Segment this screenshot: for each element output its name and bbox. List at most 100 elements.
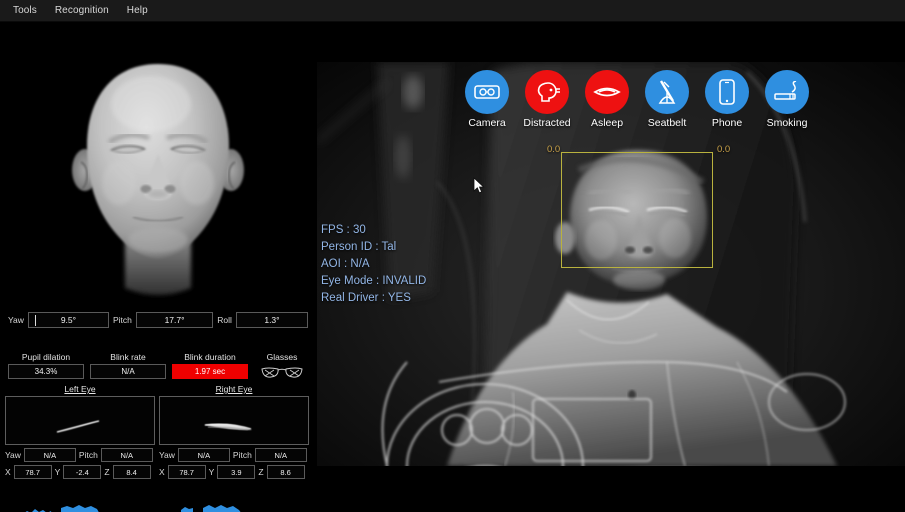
closed-eye-icon [593, 87, 621, 97]
menu-help[interactable]: Help [118, 2, 157, 19]
status-item-seatbelt[interactable]: Seatbelt [637, 70, 697, 140]
face-box-left-value: 0.0 [547, 144, 561, 155]
telemetry-real-driver: Real Driver : YES [321, 292, 411, 304]
left-eye-y-value[interactable]: -2.4 [63, 465, 102, 479]
status-label-distracted: Distracted [523, 117, 571, 129]
telemetry-eye-mode: Eye Mode : INVALID [321, 275, 427, 287]
blink-duration-value: 1.97 sec [172, 364, 248, 379]
pupil-dilation-label: Pupil dilation [21, 352, 71, 362]
telemetry-fps: FPS : 30 [321, 224, 366, 236]
glasses-label: Glasses [266, 352, 298, 362]
right-eye-image [159, 396, 309, 445]
telemetry-aoi: AOI : N/A [321, 258, 370, 270]
pupil-dilation-value: 34.3% [8, 364, 84, 379]
left-eye-panel: Left Eye Yaw N/A Pitch N/A X 78.7 Y -2.4… [5, 384, 155, 479]
smoking-status-circle[interactable] [765, 70, 809, 114]
head-turn-icon [537, 82, 560, 102]
glasses-metric: Glasses [254, 352, 310, 380]
yaw-value: 9.5° [60, 315, 77, 325]
seatbelt-status-circle[interactable] [645, 70, 689, 114]
status-item-phone[interactable]: Phone [697, 70, 757, 140]
status-item-asleep[interactable]: Asleep [577, 70, 637, 140]
menu-bar: Tools Recognition Help [0, 0, 905, 22]
left-eye-xyz-row: X 78.7 Y -2.4 Z 8.4 [5, 465, 155, 479]
right-eye-title: Right Eye [215, 384, 253, 394]
status-item-smoking[interactable]: Smoking [757, 70, 817, 140]
3d-head-mesh [72, 64, 244, 295]
camera-status-circle[interactable] [465, 70, 509, 114]
telemetry-overlay: FPS : 30 Person ID : Tal AOI : N/A Eye M… [321, 222, 426, 307]
roll-label: Roll [217, 315, 232, 325]
phone-icon [719, 79, 735, 105]
status-label-phone: Phone [711, 117, 743, 129]
status-label-seatbelt: Seatbelt [647, 117, 687, 129]
blink-duration-metric: Blink duration 1.97 sec [172, 352, 248, 379]
left-eye-yaw-value[interactable]: N/A [23, 448, 76, 462]
right-eye-x-label: X [159, 467, 165, 477]
right-eye-waveform [181, 505, 241, 512]
left-eye-y-label: Y [54, 467, 61, 477]
left-eye-z-value[interactable]: 8.4 [112, 465, 151, 479]
right-eye-pitch-value[interactable]: N/A [254, 448, 307, 462]
left-eye-x-label: X [5, 467, 11, 477]
left-eye-yaw-label: Yaw [5, 450, 21, 460]
status-item-distracted[interactable]: Distracted [517, 70, 577, 140]
face-bounding-box [561, 152, 713, 268]
asleep-status-circle[interactable] [585, 70, 629, 114]
pupil-dilation-metric: Pupil dilation 34.3% [8, 352, 84, 379]
right-eye-z-label: Z [258, 467, 264, 477]
pitch-label: Pitch [112, 315, 132, 325]
right-eye-xyz-row: X 78.7 Y 3.9 Z 8.6 [159, 465, 309, 479]
right-eye-pitch-label: Pitch [232, 450, 252, 460]
left-eye-title: Left Eye [64, 384, 96, 394]
right-eye-yaw-label: Yaw [159, 450, 175, 460]
blink-rate-metric: Blink rate N/A [90, 352, 166, 379]
seatbelt-icon [658, 80, 676, 104]
distracted-status-circle[interactable] [525, 70, 569, 114]
left-eye-pitch-value[interactable]: N/A [100, 448, 153, 462]
left-eye-x-value[interactable]: 78.7 [13, 465, 52, 479]
head-pose-row: Yaw 9.5° Pitch 17.7° Roll 1.3° [8, 310, 308, 330]
yaw-label: Yaw [8, 315, 24, 325]
driver-status-bar: Camera Distracted Asleep Seatbelt Phone … [457, 70, 817, 140]
left-eye-angles-row: Yaw N/A Pitch N/A [5, 448, 155, 462]
left-eye-waveform [25, 505, 99, 512]
mouse-cursor [473, 177, 485, 194]
roll-value: 1.3° [264, 315, 280, 325]
head-model-viewport[interactable] [0, 34, 316, 312]
left-eye-pitch-label: Pitch [78, 450, 98, 460]
right-eye-y-value[interactable]: 3.9 [217, 465, 256, 479]
yaw-input[interactable]: 9.5° [27, 312, 109, 328]
phone-status-circle[interactable] [705, 70, 749, 114]
cigarette-icon [774, 81, 797, 100]
left-analysis-panel: Yaw 9.5° Pitch 17.7° Roll 1.3° Pupil dil… [0, 22, 316, 512]
status-label-asleep: Asleep [590, 117, 624, 129]
glasses-value [254, 364, 310, 380]
status-label-smoking: Smoking [766, 117, 808, 129]
right-eye-angles-row: Yaw N/A Pitch N/A [159, 448, 309, 462]
ir-video-panel[interactable]: 0.0 0.0 Camera Distracted Asleep Seatbel… [317, 62, 905, 466]
camera-icon [474, 85, 500, 99]
pitch-input[interactable]: 17.7° [135, 312, 214, 328]
menu-recognition[interactable]: Recognition [46, 2, 118, 19]
blink-rate-label: Blink rate [110, 352, 146, 362]
status-label-camera: Camera [468, 117, 506, 129]
roll-input[interactable]: 1.3° [235, 312, 308, 328]
left-eye-image [5, 396, 155, 445]
menu-tools[interactable]: Tools [4, 2, 46, 19]
right-eye-panel: Right Eye Yaw N/A Pitch N/A X 78.7 Y 3.9… [159, 384, 309, 479]
right-eye-y-label: Y [208, 467, 215, 477]
glasses-crossed-icon [261, 367, 303, 378]
pitch-value: 17.7° [164, 315, 185, 325]
blink-rate-value: N/A [90, 364, 166, 379]
text-caret [34, 315, 36, 326]
status-item-camera[interactable]: Camera [457, 70, 517, 140]
right-eye-z-value[interactable]: 8.6 [266, 465, 305, 479]
face-box-right-value: 0.0 [717, 144, 731, 155]
blink-duration-label: Blink duration [184, 352, 236, 362]
metrics-row: Pupil dilation 34.3% Blink rate N/A Blin… [6, 352, 310, 382]
right-eye-x-value[interactable]: 78.7 [167, 465, 206, 479]
right-eye-yaw-value[interactable]: N/A [177, 448, 230, 462]
left-eye-z-label: Z [104, 467, 110, 477]
telemetry-person-id: Person ID : Tal [321, 241, 397, 253]
